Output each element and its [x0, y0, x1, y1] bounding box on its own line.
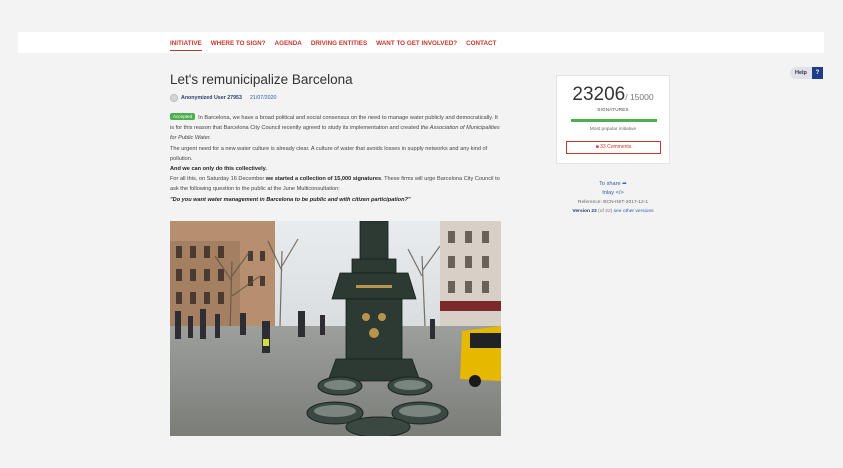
share-link[interactable]: To share ➦	[556, 180, 670, 189]
reference-text: Reference: BCN-INIT-2017-12-1	[577, 200, 649, 205]
other-versions-link[interactable]: see other versions	[614, 209, 654, 214]
signatures-text-bold: we started a collection of 15,000 signat…	[265, 176, 382, 183]
nav-initiative[interactable]: INITIATIVE	[170, 40, 202, 51]
help-question-icon: ?	[811, 67, 823, 79]
nav-get-involved[interactable]: WANT TO GET INVOLVED?	[376, 40, 457, 51]
page-title: Let's remunicipalize Barcelona	[170, 72, 353, 87]
signatures-label: SIGNATURES	[597, 107, 629, 112]
version-of: (of 22)	[598, 209, 613, 214]
avatar	[170, 94, 178, 102]
share-panel: To share ➦ Inlay </> Reference: BCN-INIT…	[556, 180, 670, 216]
nav-contact[interactable]: CONTACT	[466, 40, 496, 51]
inlay-link[interactable]: Inlay </>	[556, 189, 670, 198]
signatures-card: 23206/ 15000 SIGNATURES Most popular ini…	[556, 75, 670, 164]
signatures-progress-fill	[571, 119, 657, 122]
nav-agenda[interactable]: AGENDA	[275, 40, 302, 51]
signatures-progress-bar	[571, 119, 657, 122]
paragraph-collectively: And we can only do this collectively.	[170, 164, 502, 174]
author-name[interactable]: Anonymized User 27953	[181, 95, 242, 101]
signature-count-value: 23206	[572, 84, 626, 105]
publish-date: 21/07/2020	[249, 95, 277, 101]
collectively-text: And we can only do this collectively.	[170, 166, 267, 173]
code-icon: </>	[615, 190, 624, 196]
initiative-meta: Anonymized User 27953 21/07/2020	[170, 94, 276, 102]
comments-button[interactable]: ■ 33 Comments	[566, 141, 661, 154]
popular-label: Most popular initiative	[589, 127, 637, 132]
fountain-photo	[170, 221, 501, 436]
comments-label: 33 Comments	[600, 144, 632, 150]
signature-goal: / 15000	[625, 92, 654, 102]
help-label: Help	[790, 67, 812, 79]
help-button[interactable]: Help ?	[790, 67, 823, 79]
fountain-illustration	[170, 221, 501, 436]
main-nav: INITIATIVE WHERE TO SIGN? AGENDA DRIVING…	[170, 40, 505, 51]
paragraph-signatures: For all this, on Saturday 16 December we…	[170, 174, 502, 194]
nav-where-to-sign[interactable]: WHERE TO SIGN?	[211, 40, 266, 51]
status-badge: Accepted	[170, 113, 196, 120]
consultation-question: "Do you want water management in Barcelo…	[170, 196, 411, 203]
paragraph-question: "Do you want water management in Barcelo…	[170, 195, 502, 205]
paragraph-water-culture: The urgent need for a new water culture …	[170, 145, 488, 162]
signature-count: 23206/ 15000	[557, 84, 669, 106]
paragraph-intro: Accepted In Barcelona, we have a broad po…	[170, 113, 502, 144]
nav-driving-entities[interactable]: DRIVING ENTITIES	[311, 40, 367, 51]
share-icon: ➦	[622, 181, 627, 187]
signatures-text-start: For all this, on Saturday 16 December	[170, 176, 266, 183]
initiative-description: Accepted In Barcelona, we have a broad po…	[170, 113, 502, 205]
version-label: Version 22	[572, 209, 597, 214]
version-info: Version 22 (of 22) see other versions	[556, 207, 670, 216]
